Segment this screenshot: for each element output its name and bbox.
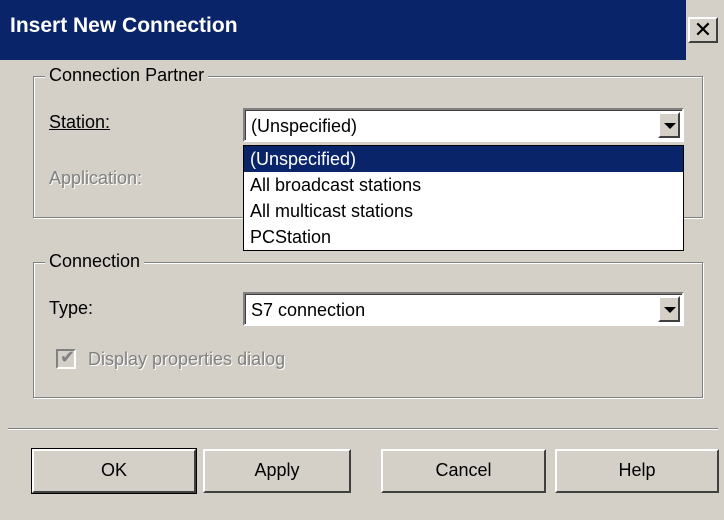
dropdown-option-multicast[interactable]: All multicast stations [244,198,683,224]
connection-legend: Connection [45,251,145,272]
application-label: Application: [49,168,143,188]
dropdown-option-unspecified[interactable]: (Unspecified) [244,146,683,172]
chevron-down-icon [664,307,676,313]
type-label: Type: [49,298,93,319]
station-combobox[interactable]: (Unspecified) [243,108,684,142]
type-label-text: Type: [49,298,94,318]
type-combobox[interactable]: S7 connection [243,292,684,326]
dialog-title: Insert New Connection [10,14,238,37]
type-combobox-value: S7 connection [251,300,366,320]
close-button[interactable]: ✕ [688,17,718,43]
dropdown-option-broadcast[interactable]: All broadcast stations [244,172,683,198]
type-dropdown-button[interactable] [658,296,680,322]
cancel-button[interactable]: Cancel [381,449,546,493]
station-dropdown-button[interactable] [658,112,680,138]
station-label: Station: [49,112,110,133]
connection-partner-legend: Connection Partner [45,65,209,86]
display-properties-checkbox[interactable]: ✔ [56,347,76,369]
checkmark-icon: ✔ [60,347,76,367]
help-button[interactable]: Help [555,449,719,493]
display-properties-label: Display properties dialog [88,349,286,369]
connection-group [33,262,703,398]
dropdown-option-pcstation[interactable]: PCStation [244,224,683,250]
station-label-text: Station: [49,112,111,132]
station-dropdown-list: (Unspecified) All broadcast stations All… [243,145,684,251]
insert-connection-dialog: Insert New Connection ✕ Connection Partn… [0,0,724,520]
title-bar: Insert New Connection ✕ [0,0,724,60]
station-combobox-value: (Unspecified) [251,116,358,136]
ok-button[interactable]: OK [31,448,197,494]
chevron-down-icon [664,123,676,129]
close-icon: ✕ [693,17,713,42]
apply-button[interactable]: Apply [203,449,351,493]
button-separator [8,428,718,430]
